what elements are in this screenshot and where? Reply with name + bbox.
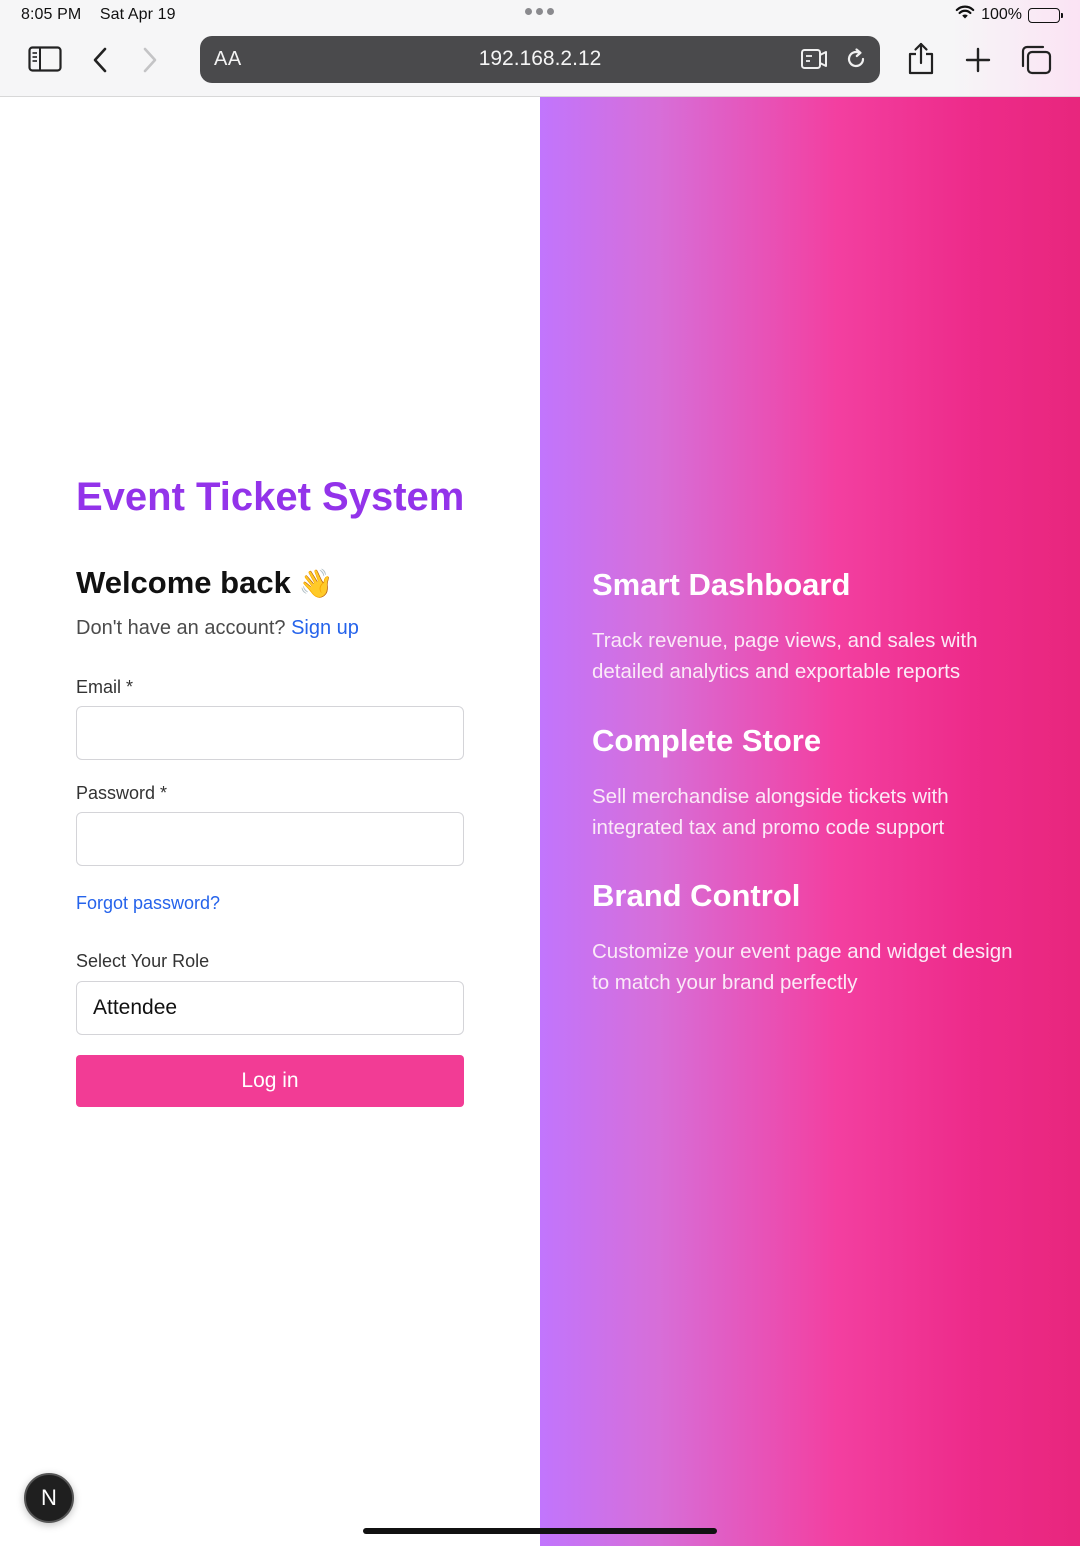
status-bar-right: 100% bbox=[955, 5, 1063, 25]
status-date: Sat Apr 19 bbox=[99, 6, 176, 23]
feature-complete-store: Complete Store Sell merchandise alongsid… bbox=[592, 723, 1032, 843]
feature-description: Customize your event page and widget des… bbox=[592, 940, 1013, 994]
browser-chrome: 8:05 PM Sat Apr 19 100% AA 192.168.2.12 bbox=[0, 0, 1080, 97]
forgot-password-link[interactable]: Forgot password? bbox=[76, 893, 220, 914]
reload-icon[interactable] bbox=[844, 47, 868, 71]
dev-tools-badge[interactable]: N bbox=[24, 1473, 74, 1523]
email-label: Email * bbox=[76, 677, 134, 697]
feature-smart-dashboard: Smart Dashboard Track revenue, page view… bbox=[592, 567, 1032, 687]
role-selected-value: Attendee bbox=[93, 996, 178, 1019]
battery-percent: 100% bbox=[981, 6, 1022, 23]
back-icon[interactable] bbox=[91, 46, 109, 74]
tabs-icon[interactable] bbox=[1019, 44, 1053, 76]
signup-prompt: Don't have an account? Sign up bbox=[76, 617, 359, 640]
feature-description: Sell merchandise alongside tickets with … bbox=[592, 785, 949, 839]
battery-icon bbox=[1028, 7, 1063, 23]
feature-brand-control: Brand Control Customize your event page … bbox=[592, 878, 1032, 998]
new-tab-icon[interactable] bbox=[964, 46, 992, 74]
share-icon[interactable] bbox=[906, 42, 936, 76]
signup-link[interactable]: Sign up bbox=[291, 617, 359, 639]
feature-title: Brand Control bbox=[592, 878, 801, 913]
url-text[interactable]: 192.168.2.12 bbox=[200, 47, 880, 71]
multitasking-dots-icon[interactable] bbox=[525, 8, 554, 15]
reader-icon[interactable] bbox=[800, 47, 828, 71]
welcome-heading: Welcome back 👋 bbox=[76, 565, 334, 601]
wifi-icon bbox=[955, 5, 975, 25]
status-time: 8:05 PM bbox=[21, 6, 82, 23]
login-panel: Event Ticket System Welcome back 👋 Don't… bbox=[0, 97, 540, 1546]
password-field[interactable] bbox=[76, 812, 464, 866]
role-select[interactable]: Attendee bbox=[76, 981, 464, 1035]
email-field[interactable] bbox=[76, 706, 464, 760]
waving-hand-icon: 👋 bbox=[298, 567, 334, 599]
status-bar-time: 8:05 PM Sat Apr 19 bbox=[21, 6, 190, 24]
address-bar[interactable]: AA 192.168.2.12 bbox=[200, 36, 880, 83]
sidebar-icon[interactable] bbox=[28, 46, 62, 72]
feature-title: Complete Store bbox=[592, 723, 822, 758]
forward-icon[interactable] bbox=[141, 46, 159, 74]
password-label: Password * bbox=[76, 783, 168, 803]
features-panel: Smart Dashboard Track revenue, page view… bbox=[540, 97, 1080, 1546]
home-indicator[interactable] bbox=[363, 1528, 717, 1534]
no-account-text: Don't have an account? bbox=[76, 617, 286, 639]
login-button[interactable]: Log in bbox=[76, 1055, 464, 1107]
role-label: Select Your Role bbox=[76, 951, 210, 971]
welcome-text: Welcome back bbox=[76, 565, 291, 600]
screen: 8:05 PM Sat Apr 19 100% AA 192.168.2.12 … bbox=[0, 0, 1080, 1546]
feature-description: Track revenue, page views, and sales wit… bbox=[592, 629, 978, 683]
app-title: Event Ticket System bbox=[76, 475, 465, 519]
feature-title: Smart Dashboard bbox=[592, 567, 851, 602]
